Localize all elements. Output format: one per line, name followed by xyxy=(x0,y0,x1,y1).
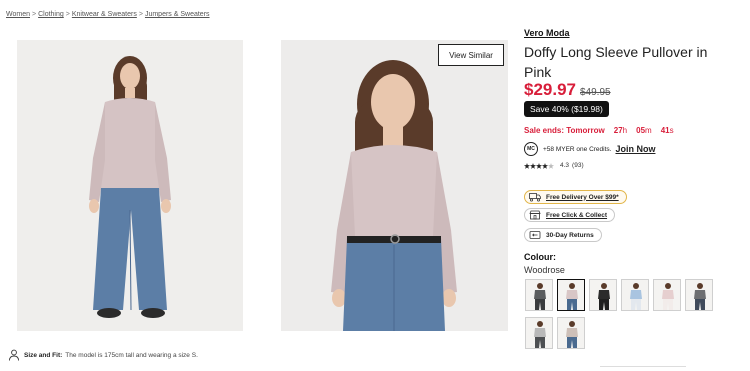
click-collect-chip[interactable]: Free Click & Collect xyxy=(524,208,616,222)
colour-swatch-woodrose[interactable] xyxy=(557,279,585,311)
size-fit-note: Size and Fit: The model is 175cm tall an… xyxy=(8,349,198,361)
person-icon xyxy=(9,349,19,361)
breadcrumb-knitwear[interactable]: Knitwear & Sweaters xyxy=(72,11,137,18)
swatch-model-thumbnail xyxy=(558,280,584,310)
join-now-link[interactable]: Join Now xyxy=(615,144,655,154)
returns-chip[interactable]: 30-Day Returns xyxy=(524,228,602,242)
swatch-model-thumbnail xyxy=(526,318,552,348)
breadcrumb-jumpers[interactable]: Jumpers & Sweaters xyxy=(145,11,210,18)
swatch-model-thumbnail xyxy=(654,280,680,310)
return-icon xyxy=(529,231,541,239)
breadcrumb-separator: > xyxy=(32,11,37,18)
sale-label: Sale ends: Tomorrow xyxy=(524,126,605,135)
breadcrumb-clothing[interactable]: Clothing xyxy=(38,11,64,18)
price-row: $29.97 $49.95 xyxy=(524,80,611,100)
product-image-full-length[interactable] xyxy=(17,40,243,331)
product-image-close-up[interactable] xyxy=(281,40,508,331)
colour-swatch-light-grey[interactable] xyxy=(525,317,553,349)
colour-swatch-blush[interactable] xyxy=(653,279,681,311)
swatch-model-thumbnail xyxy=(526,280,552,310)
breadcrumb-separator: > xyxy=(138,11,143,18)
truck-icon xyxy=(529,193,541,202)
model-full-length-illustration xyxy=(17,40,243,331)
swatch-model-thumbnail xyxy=(686,280,712,310)
model-close-up-illustration xyxy=(281,40,508,331)
brand-link[interactable]: Vero Moda xyxy=(524,28,570,38)
breadcrumb-women[interactable]: Women xyxy=(6,11,30,18)
colour-swatch-grey-marle[interactable] xyxy=(685,279,713,311)
divider xyxy=(600,366,686,367)
countdown-seconds: 41s xyxy=(660,126,674,135)
was-price: $49.95 xyxy=(580,87,611,98)
swatch-model-thumbnail xyxy=(590,280,616,310)
current-price: $29.97 xyxy=(524,80,576,99)
size-fit-label: Size and Fit: xyxy=(24,351,63,359)
credits-text: +58 MYER one Credits. xyxy=(543,145,612,153)
sale-countdown: Sale ends: Tomorrow 27h 05m 41s xyxy=(524,126,674,135)
countdown-hours: 27h xyxy=(613,126,628,135)
store-icon xyxy=(529,210,541,220)
star-partial-icon xyxy=(548,162,554,169)
free-delivery-chip[interactable]: Free Delivery Over $99* xyxy=(524,190,627,204)
review-count: (93) xyxy=(572,162,584,169)
colour-label: Colour: xyxy=(524,252,556,262)
colour-swatch-charcoal[interactable] xyxy=(525,279,553,311)
colour-swatch-taupe[interactable] xyxy=(557,317,585,349)
colour-swatch-black[interactable] xyxy=(589,279,617,311)
credits-row: MC +58 MYER one Credits. Join Now xyxy=(524,142,655,156)
rating-row[interactable]: 4.3 (93) xyxy=(524,162,584,169)
colour-swatch-light-blue[interactable] xyxy=(621,279,649,311)
colour-selected-value: Woodrose xyxy=(524,265,565,275)
save-badge: Save 40% ($19.98) xyxy=(524,101,609,117)
product-title: Doffy Long Sleeve Pullover in Pink xyxy=(524,44,708,80)
swatch-model-thumbnail xyxy=(622,280,648,310)
swatch-model-thumbnail xyxy=(558,318,584,348)
breadcrumb: Women > Clothing > Knitwear & Sweaters > Jumpe… xyxy=(6,11,210,18)
free-delivery-label: Free Delivery Over $99* xyxy=(546,193,619,201)
myer-credits-icon: MC xyxy=(524,142,538,156)
click-collect-label: Free Click & Collect xyxy=(546,211,608,219)
rating-value: 4.3 xyxy=(560,162,570,169)
size-fit-text: The model is 175cm tall and wearing a si… xyxy=(65,351,198,359)
breadcrumb-separator: > xyxy=(65,11,70,18)
view-similar-button[interactable]: View Similar xyxy=(438,44,504,66)
countdown-minutes: 05m xyxy=(636,126,652,135)
returns-label: 30-Day Returns xyxy=(546,231,594,239)
rating-stars xyxy=(524,162,554,169)
